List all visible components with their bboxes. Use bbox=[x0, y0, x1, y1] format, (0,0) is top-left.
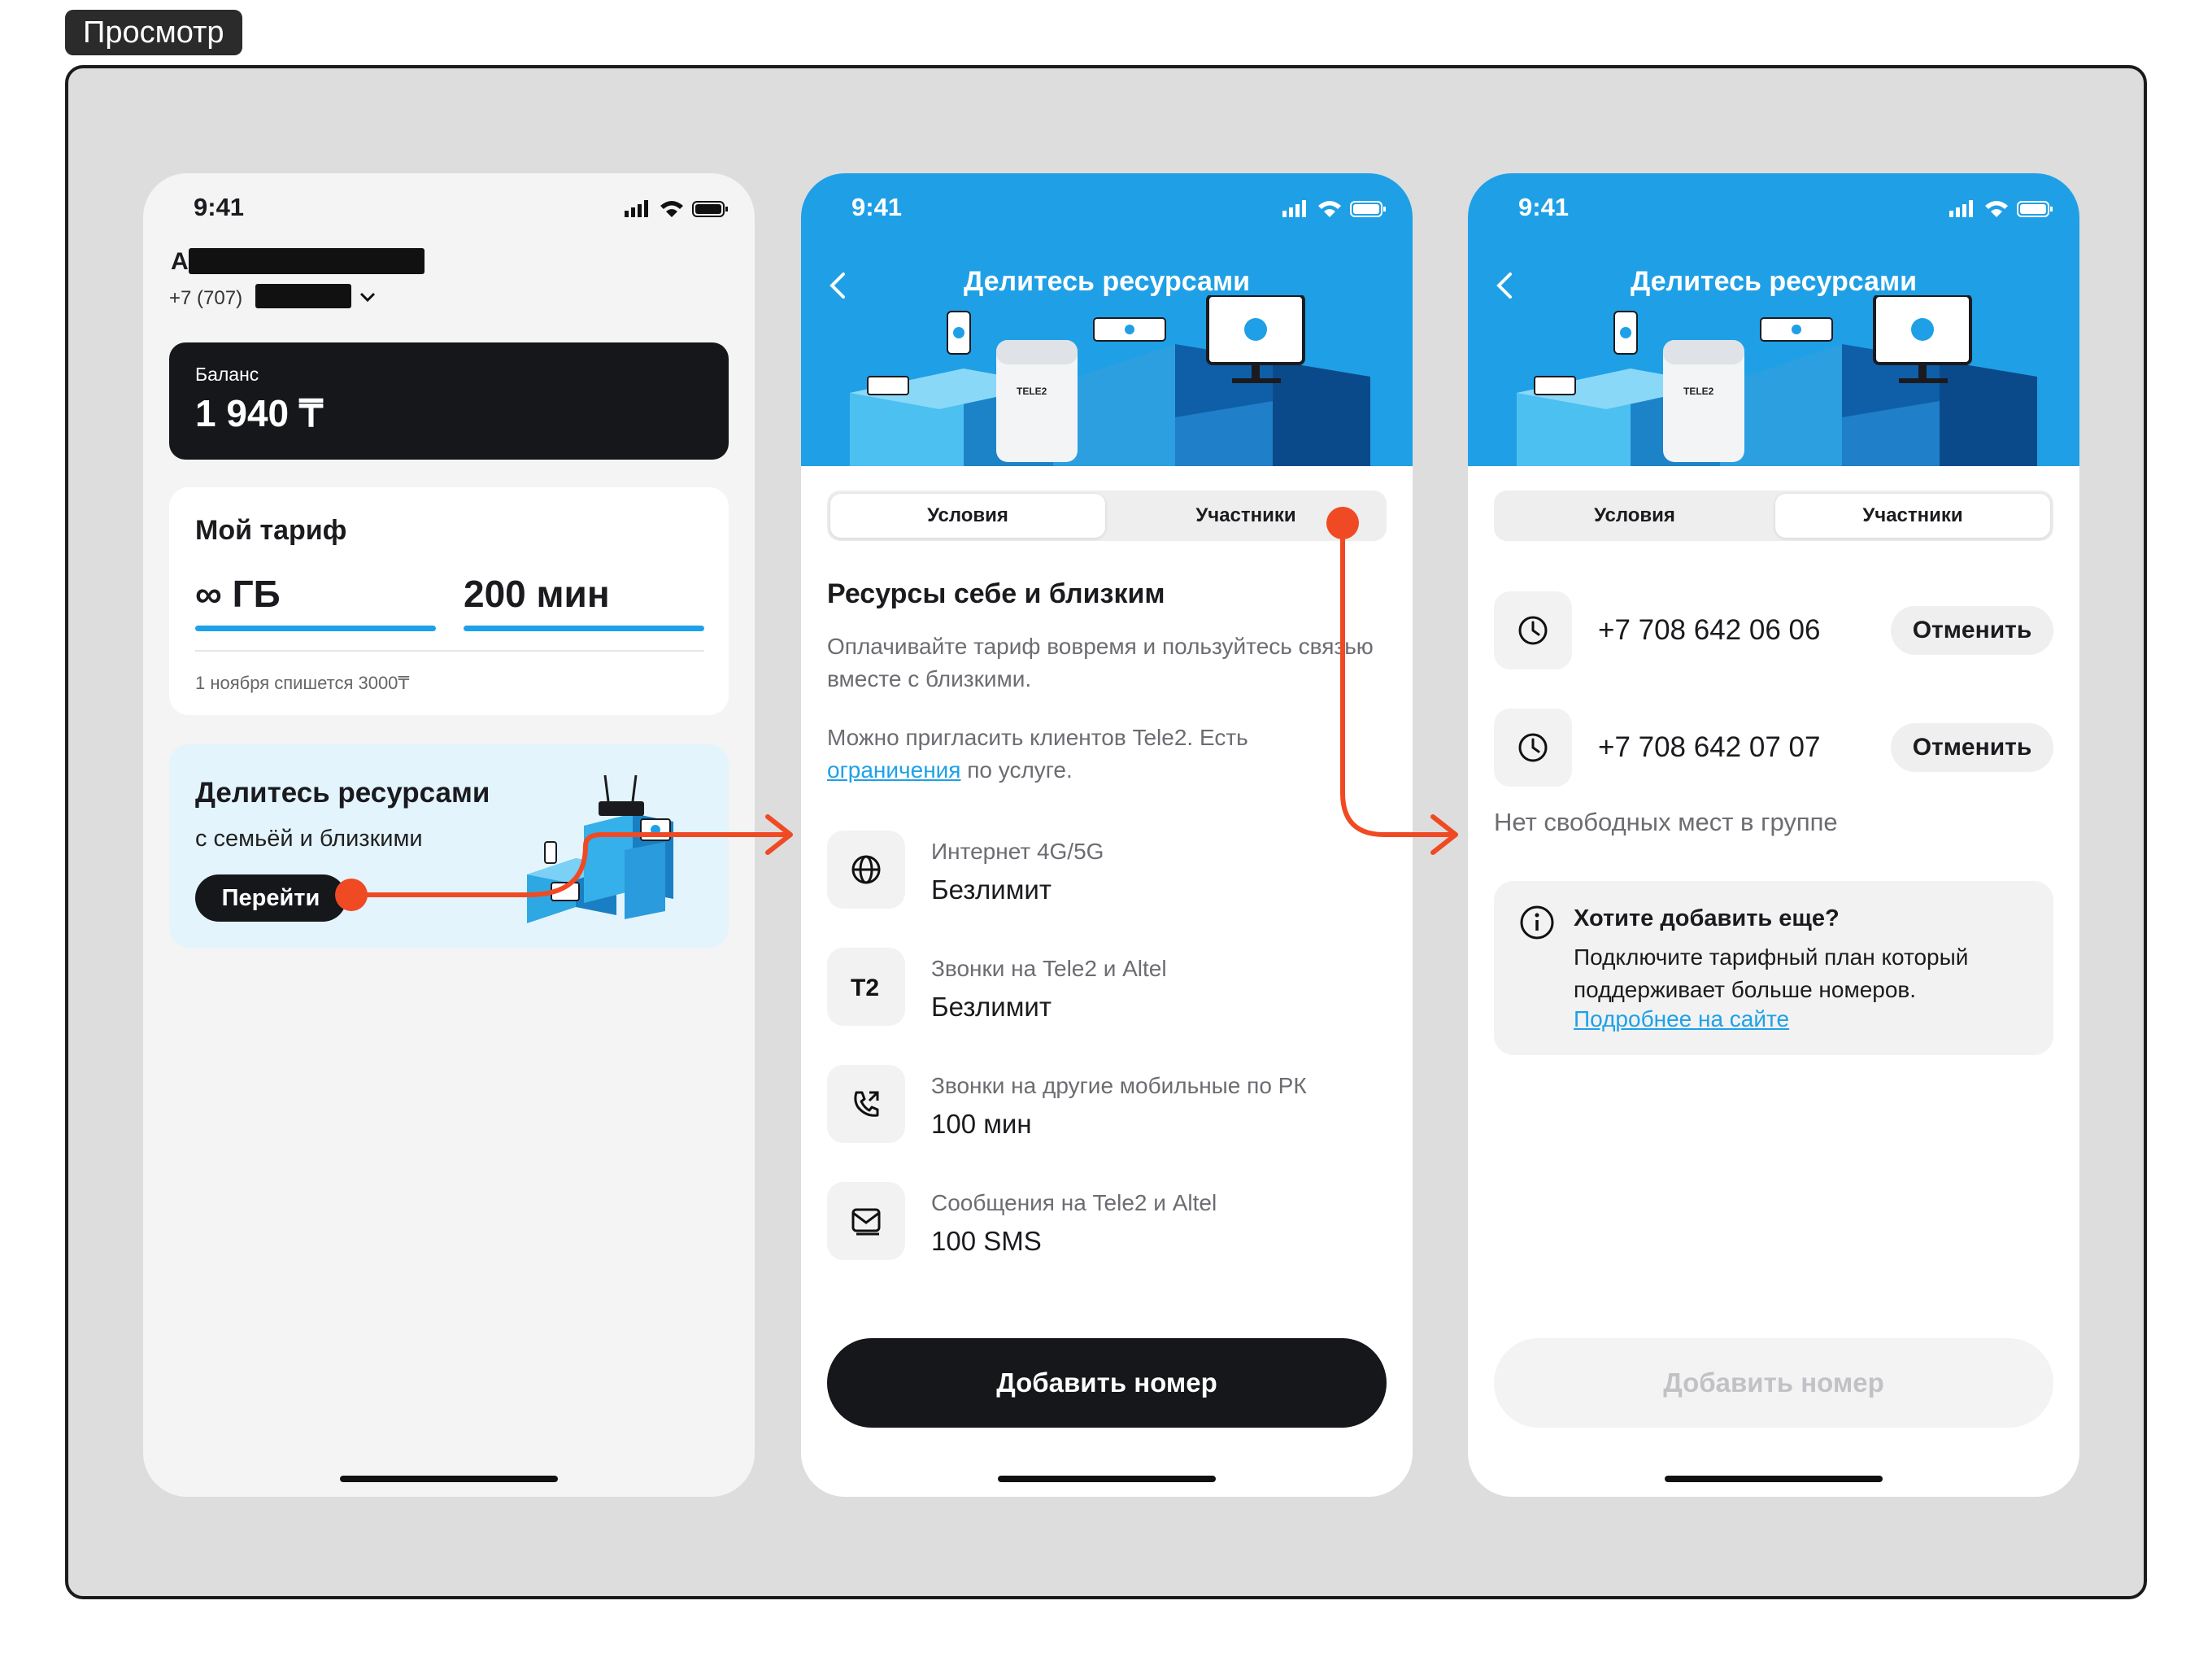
restrictions-text: Можно пригласить клиентов Tele2. Есть bbox=[827, 725, 1248, 750]
svg-text:T2: T2 bbox=[851, 975, 879, 1001]
promo-button[interactable]: Перейти bbox=[195, 874, 346, 922]
clock-icon bbox=[1518, 616, 1548, 645]
feature-value: 100 SMS bbox=[931, 1226, 1042, 1256]
feature-icon-box: T2 bbox=[827, 948, 905, 1026]
tariff-note: 1 ноября спишется 3000₸ bbox=[195, 673, 410, 693]
promo-illustration bbox=[527, 774, 673, 923]
clock-icon bbox=[1518, 733, 1548, 762]
feature-title: Звонки на другие мобильные по РК bbox=[931, 1073, 1307, 1098]
feature-icon-box bbox=[827, 1182, 905, 1260]
description-paragraph: Оплачивайте тариф вовремя и пользуйтесь … bbox=[827, 634, 1374, 691]
feature-value: 100 мин bbox=[931, 1109, 1032, 1139]
balance-value: 1 940 ₸ bbox=[195, 392, 324, 434]
feature-title: Звонки на Tele2 и Altel bbox=[931, 956, 1167, 981]
restrictions-paragraph: Можно пригласить клиентов Tele2. Есть ог… bbox=[827, 722, 1380, 787]
member-icon-box bbox=[1494, 709, 1572, 787]
feature-value: Безлимит bbox=[931, 992, 1052, 1022]
info-icon bbox=[1520, 905, 1554, 940]
tariff-card[interactable]: Мой тариф ∞ ГБ 200 мин 1 ноября спишется… bbox=[169, 487, 729, 715]
share-participants-screen: 9:41 Делитесь ресурсами TELE2 Условия Уч… bbox=[1468, 173, 2079, 1497]
home-screen: 9:41 А +7 (707) Баланс 1 940 ₸ Мой тариф… bbox=[143, 173, 755, 1497]
phone-call-icon bbox=[854, 1091, 879, 1117]
info-card: Хотите добавить еще? Подключите тарифный… bbox=[1494, 881, 2053, 1055]
header-banner: 9:41 Делитесь ресурсами TELE2 bbox=[1468, 173, 2079, 466]
home-indicator bbox=[998, 1476, 1216, 1482]
feature-icon-box bbox=[827, 831, 905, 909]
feature-icon-box bbox=[827, 1065, 905, 1143]
preview-tag: Просмотр bbox=[65, 10, 242, 55]
globe-icon bbox=[851, 855, 881, 884]
tariff-min: 200 мин bbox=[464, 573, 610, 615]
tariff-gb: ∞ ГБ bbox=[195, 573, 281, 615]
feature-title: Сообщения на Tele2 и Altel bbox=[931, 1190, 1217, 1215]
status-time: 9:41 bbox=[851, 193, 903, 221]
redacted-name bbox=[189, 248, 425, 274]
promo-subtitle: с семьёй и близкими bbox=[195, 826, 423, 852]
tab-participants[interactable]: Участники bbox=[1108, 494, 1383, 538]
devices-illustration: TELE2 bbox=[1517, 295, 2037, 466]
add-number-button-disabled[interactable]: Добавить номер bbox=[1494, 1338, 2053, 1428]
home-indicator bbox=[1665, 1476, 1883, 1482]
status-bar: 9:41 bbox=[143, 173, 755, 246]
gb-progress-bar bbox=[195, 626, 436, 631]
segmented-tabs: Условия Участники bbox=[1494, 491, 2053, 541]
status-icons bbox=[1282, 200, 1386, 217]
status-time: 9:41 bbox=[194, 193, 245, 221]
screen-title: Делитесь ресурсами bbox=[1630, 266, 1918, 297]
section-heading: Ресурсы себе и близким bbox=[827, 578, 1165, 609]
svg-text:TELE2: TELE2 bbox=[1683, 386, 1714, 397]
status-icons bbox=[1949, 200, 2053, 217]
info-title: Хотите добавить еще? bbox=[1574, 905, 1840, 931]
message-icon bbox=[851, 1208, 881, 1236]
redacted-phone bbox=[255, 284, 351, 308]
devices-illustration: TELE2 bbox=[850, 295, 1370, 466]
status-time: 9:41 bbox=[1518, 193, 1570, 221]
screen-title: Делитесь ресурсами bbox=[963, 266, 1251, 297]
chevron-down-icon[interactable] bbox=[358, 289, 377, 305]
min-progress-bar bbox=[464, 626, 704, 631]
divider bbox=[195, 650, 704, 652]
member-phone: +7 708 642 07 07 bbox=[1598, 731, 1821, 763]
status-icons bbox=[625, 200, 728, 217]
tab-conditions[interactable]: Условия bbox=[830, 494, 1105, 538]
info-link[interactable]: Подробнее на сайте bbox=[1574, 1006, 1789, 1032]
cancel-member-button[interactable]: Отменить bbox=[1891, 606, 2053, 655]
segmented-tabs: Условия Участники bbox=[827, 491, 1387, 541]
feature-value: Безлимит bbox=[931, 874, 1052, 905]
tab-participants[interactable]: Участники bbox=[1775, 494, 2050, 538]
restrictions-link[interactable]: ограничения bbox=[827, 757, 960, 783]
restrictions-tail: по услуге. bbox=[967, 757, 1073, 783]
promo-title: Делитесь ресурсами bbox=[195, 777, 490, 809]
share-promo-card[interactable]: Делитесь ресурсами с семьёй и близкими П… bbox=[169, 744, 729, 948]
balance-label: Баланс bbox=[195, 364, 259, 385]
feature-title: Интернет 4G/5G bbox=[931, 839, 1104, 864]
t2-logo-icon: T2 bbox=[851, 975, 879, 1001]
promo-button-label: Перейти bbox=[221, 885, 320, 911]
no-slots-text: Нет свободных мест в группе bbox=[1494, 808, 1838, 836]
header-banner: 9:41 Делитесь ресурсами TELE2 bbox=[801, 173, 1413, 466]
share-conditions-screen: 9:41 Делитесь ресурсами TELE2 Условия Уч… bbox=[801, 173, 1413, 1497]
cancel-member-button[interactable]: Отменить bbox=[1891, 723, 2053, 772]
balance-card[interactable]: Баланс 1 940 ₸ bbox=[169, 342, 729, 460]
tab-conditions[interactable]: Условия bbox=[1497, 494, 1772, 538]
info-text: Подключите тарифный план который поддерж… bbox=[1574, 944, 1969, 1002]
add-number-button[interactable]: Добавить номер bbox=[827, 1338, 1387, 1428]
user-name-initial: А bbox=[171, 248, 189, 275]
member-phone: +7 708 642 06 06 bbox=[1598, 614, 1821, 646]
tariff-title: Мой тариф bbox=[195, 515, 347, 546]
phone-prefix: +7 (707) bbox=[169, 287, 243, 309]
svg-text:TELE2: TELE2 bbox=[1017, 386, 1047, 397]
member-icon-box bbox=[1494, 591, 1572, 669]
home-indicator bbox=[340, 1476, 558, 1482]
